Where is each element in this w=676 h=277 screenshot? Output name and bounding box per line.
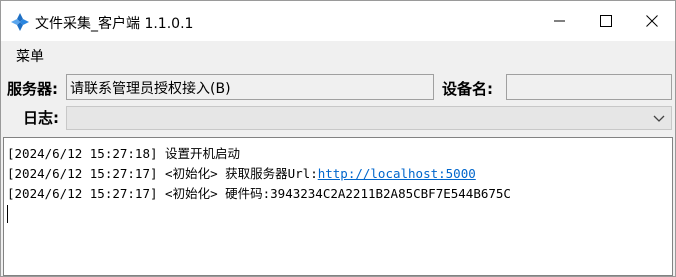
maximize-button[interactable] [583, 1, 629, 41]
log-line: [2024/6/12 15:27:18] 设置开机启动 [7, 144, 669, 164]
server-field[interactable]: 请联系管理员授权接入(B) [66, 74, 434, 100]
log-line-text: [2024/6/12 15:27:18] 设置开机启动 [7, 146, 241, 161]
log-level-select[interactable] [66, 106, 672, 130]
log-line-text: [2024/6/12 15:27:17] <初始化> 硬件码:3943234C2… [7, 186, 511, 201]
log-line: [2024/6/12 15:27:17] <初始化> 获取服务器Url:http… [7, 164, 669, 184]
device-name-label: 设备名: [442, 80, 493, 98]
log-textarea[interactable]: [2024/6/12 15:27:18] 设置开机启动 [2024/6/12 1… [3, 137, 673, 276]
close-button[interactable] [629, 1, 675, 41]
server-label: 服务器: [7, 80, 58, 98]
menu-item-menu[interactable]: 菜单 [9, 45, 51, 67]
app-window: 文件采集_客户端 1.1.0.1 菜单 服务器: 请联系管理员授权接入(B) 设… [0, 0, 676, 277]
app-logo-icon [11, 13, 29, 31]
log-line: [2024/6/12 15:27:17] <初始化> 硬件码:3943234C2… [7, 184, 669, 204]
text-caret [7, 205, 8, 223]
log-line-text: [2024/6/12 15:27:17] <初始化> 获取服务器Url: [7, 166, 318, 181]
minimize-button[interactable] [537, 1, 583, 41]
device-name-field[interactable] [506, 74, 672, 100]
maximize-icon [600, 12, 612, 31]
menu-bar: 菜单 [1, 42, 675, 66]
minimize-icon [554, 12, 566, 31]
title-bar[interactable]: 文件采集_客户端 1.1.0.1 [1, 1, 675, 41]
server-url-link[interactable]: http://localhost:5000 [318, 166, 476, 181]
chevron-down-icon[interactable] [651, 110, 667, 126]
window-title: 文件采集_客户端 1.1.0.1 [35, 16, 194, 32]
close-icon [646, 12, 658, 31]
log-label: 日志: [23, 109, 59, 127]
